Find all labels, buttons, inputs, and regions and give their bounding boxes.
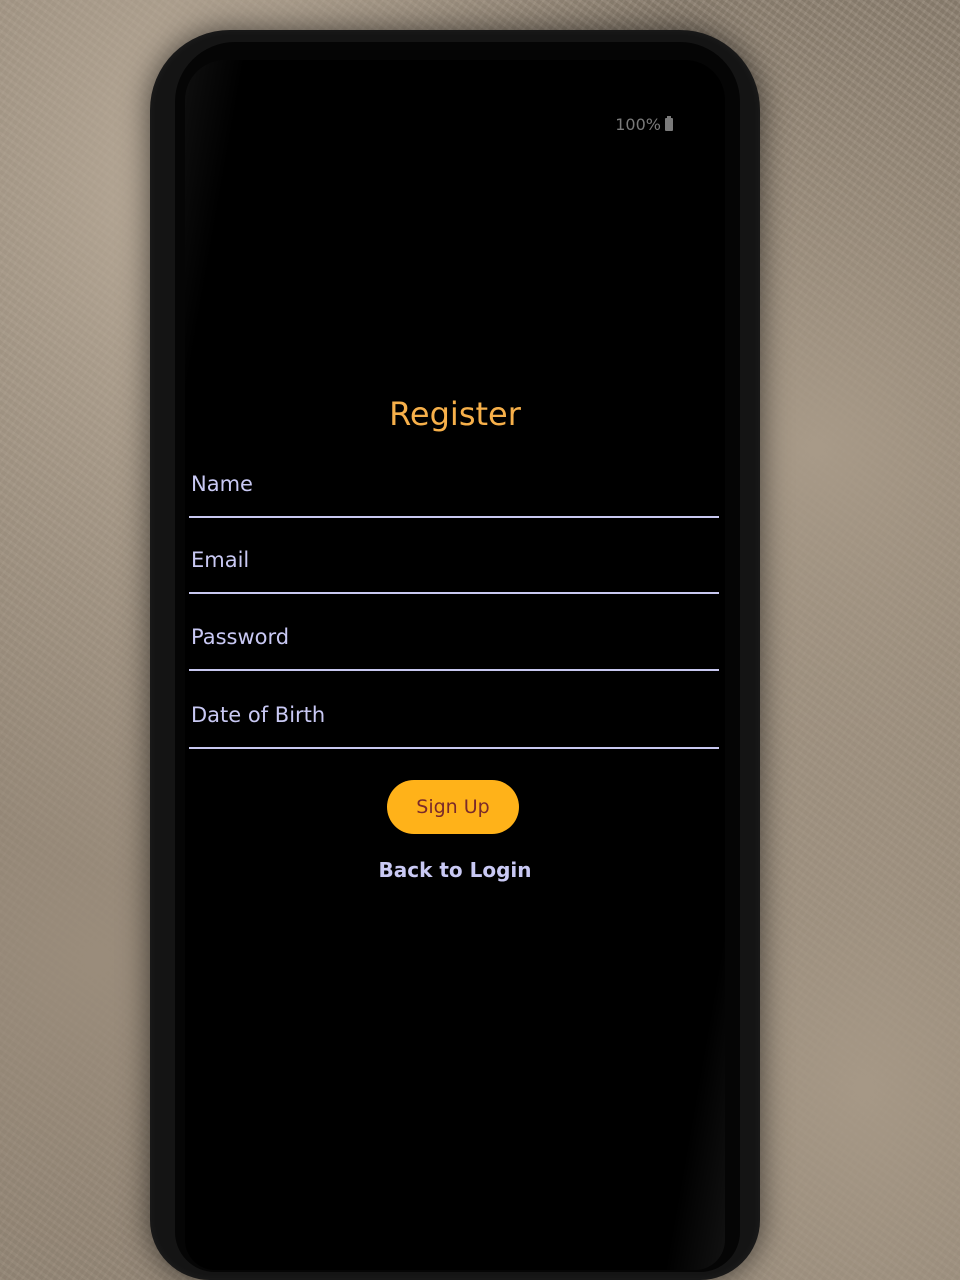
battery-full-icon bbox=[665, 116, 673, 131]
app-screen: 100% Register Name Email Password Date o… bbox=[185, 60, 725, 1270]
battery-percentage: 100% bbox=[615, 115, 661, 134]
page-title: Register bbox=[389, 395, 521, 433]
name-field-label: Name bbox=[191, 472, 253, 496]
sign-up-button[interactable]: Sign Up bbox=[387, 780, 519, 834]
email-field-label: Email bbox=[191, 548, 250, 572]
date-of-birth-field-label: Date of Birth bbox=[191, 703, 326, 727]
status-bar: 100% bbox=[615, 115, 673, 134]
password-field-label: Password bbox=[191, 625, 290, 649]
date-of-birth-field[interactable]: Date of Birth bbox=[189, 691, 719, 749]
back-to-login-link[interactable]: Back to Login bbox=[185, 858, 725, 882]
email-field[interactable]: Email bbox=[189, 536, 719, 594]
password-field[interactable]: Password bbox=[189, 613, 719, 671]
name-field[interactable]: Name bbox=[189, 460, 719, 518]
